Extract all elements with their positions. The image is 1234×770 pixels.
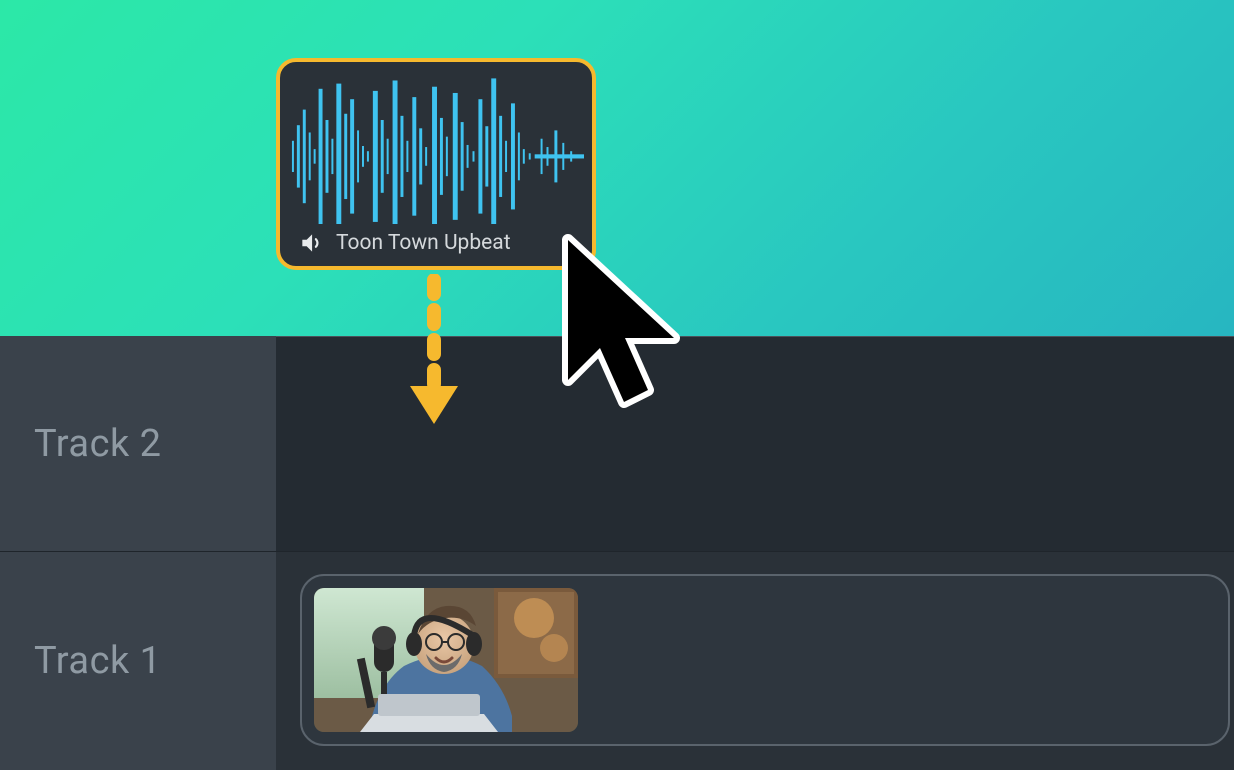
waveform-preview [280, 62, 592, 224]
track-row-2: Track 2 [0, 336, 1234, 552]
track-2-label-cell[interactable]: Track 2 [0, 336, 276, 552]
audio-clip-footer: Toon Town Upbeat [280, 224, 592, 266]
audio-clip-name: Toon Town Upbeat [336, 231, 511, 255]
track-1-lane[interactable] [276, 552, 1234, 770]
editor-canvas: Track 2 Track 1 [0, 0, 1234, 770]
track-1-label-cell[interactable]: Track 1 [0, 552, 276, 770]
lane-separator [276, 336, 1234, 337]
video-thumbnail [314, 588, 578, 732]
audio-clip-dragging[interactable]: Toon Town Upbeat [276, 58, 596, 270]
video-clip[interactable] [300, 574, 1230, 746]
track-2-label: Track 2 [34, 422, 162, 466]
track-row-1: Track 1 [0, 552, 1234, 770]
media-drop-zone[interactable] [0, 0, 1234, 336]
track-2-lane[interactable] [276, 336, 1234, 552]
speaker-icon [298, 230, 324, 256]
track-1-label: Track 1 [34, 639, 162, 683]
